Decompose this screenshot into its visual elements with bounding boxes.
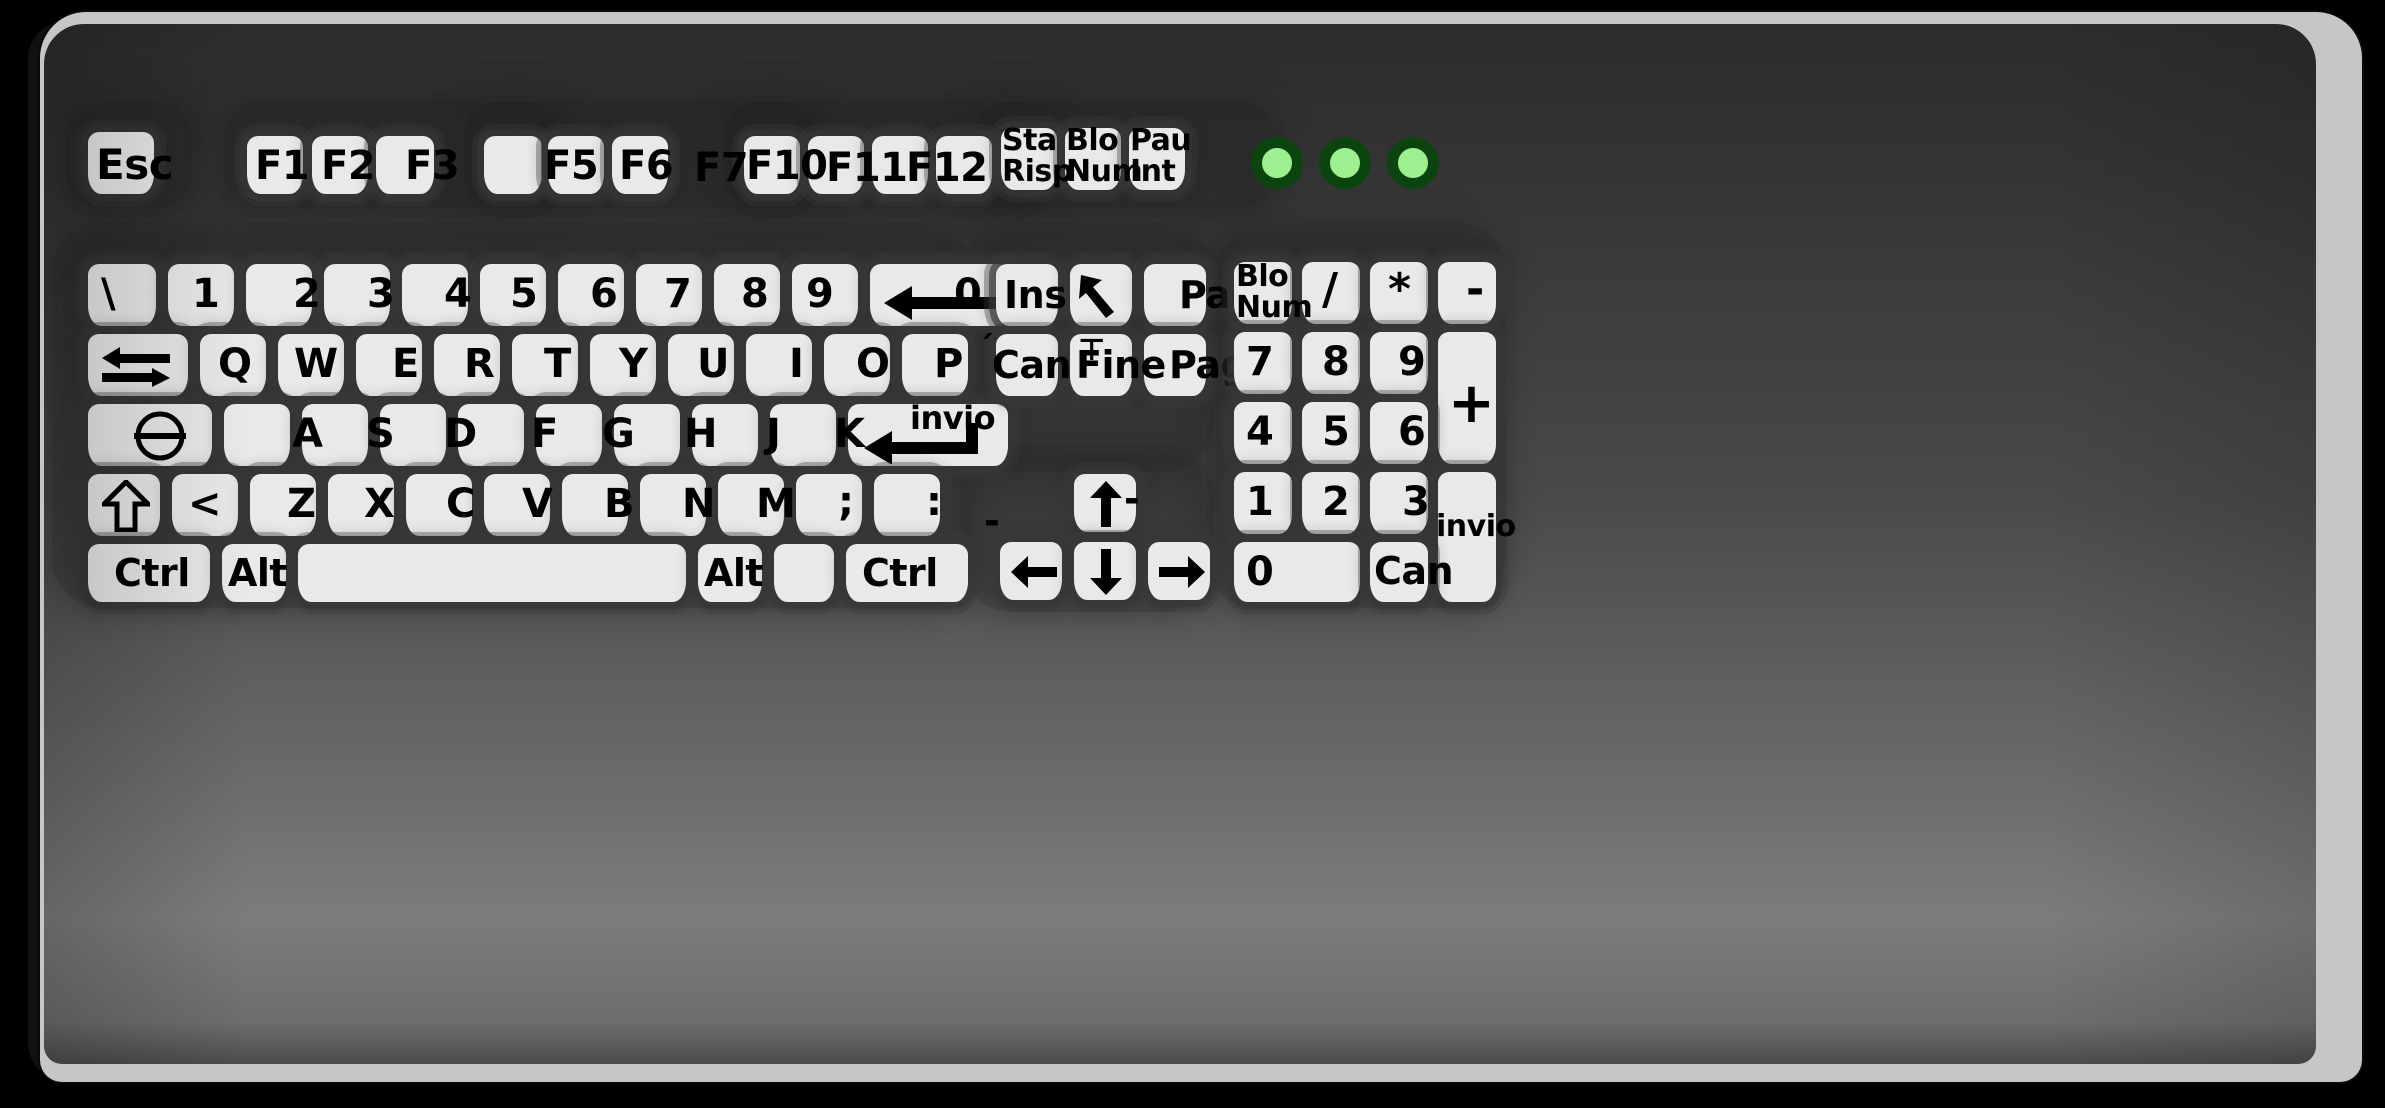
label-y: Y bbox=[619, 341, 648, 387]
label-f3: F3 bbox=[405, 143, 460, 189]
arrow-down-icon bbox=[1088, 548, 1124, 596]
label-r: R bbox=[464, 341, 495, 387]
keyboard-case: Esc F1 F2 F3 F5 F6 F7 F10 F11 F12 Sta Ri… bbox=[44, 24, 2316, 1064]
label-num-0: 0 bbox=[1246, 549, 1274, 595]
arrow-left-icon bbox=[1010, 554, 1058, 590]
key-menu[interactable] bbox=[774, 544, 834, 602]
label-num-8: 8 bbox=[1322, 339, 1350, 385]
label-f1: F1 bbox=[255, 143, 310, 189]
label-6: 6 bbox=[590, 271, 618, 317]
key-f4[interactable] bbox=[484, 136, 542, 194]
label-right-alt: Alt bbox=[704, 551, 764, 595]
capslock-circle-icon bbox=[132, 410, 188, 462]
label-num-multiply: * bbox=[1388, 264, 1411, 315]
label-num-7: 7 bbox=[1246, 339, 1274, 385]
key-a[interactable] bbox=[224, 404, 290, 466]
label-p: P bbox=[934, 341, 963, 387]
label-i: I bbox=[789, 341, 804, 387]
label-num-9: 9 bbox=[1398, 339, 1426, 385]
label-t: T bbox=[544, 341, 571, 387]
label-f7: F7 bbox=[694, 145, 749, 191]
label-f2: F2 bbox=[321, 143, 376, 189]
label-d: D bbox=[444, 411, 477, 457]
label-h: H bbox=[684, 411, 717, 457]
led-num-indicator bbox=[1319, 137, 1371, 189]
label-9: 9 bbox=[806, 271, 834, 317]
label-s: S bbox=[366, 411, 395, 457]
label-5: 5 bbox=[510, 271, 538, 317]
label-u: U bbox=[697, 341, 729, 387]
label-num-lock: Blo Num bbox=[1236, 259, 1313, 325]
label-num-plus: + bbox=[1448, 371, 1495, 436]
label-ins: Ins bbox=[1004, 273, 1067, 317]
label-right-ctrl: Ctrl bbox=[862, 551, 938, 595]
label-f5: F5 bbox=[544, 143, 599, 189]
label-j: J bbox=[766, 411, 781, 457]
label-n: N bbox=[682, 481, 715, 527]
led-caps-indicator bbox=[1251, 137, 1303, 189]
label-num-enter: invio bbox=[1436, 509, 1516, 544]
label-num-4: 4 bbox=[1246, 409, 1274, 455]
label-left-ctrl: Ctrl bbox=[114, 551, 190, 595]
label-c: C bbox=[446, 481, 475, 527]
label-canc: Can bbox=[992, 343, 1072, 387]
label-num-3: 3 bbox=[1402, 479, 1430, 525]
label-7: 7 bbox=[664, 271, 692, 317]
label-f12: F12 bbox=[906, 145, 988, 191]
label-o: O bbox=[856, 341, 890, 387]
stray-dash-left: - bbox=[984, 499, 1000, 543]
label-num-6: 6 bbox=[1398, 409, 1426, 455]
label-f11: F11 bbox=[826, 145, 908, 191]
label-v: V bbox=[522, 481, 553, 527]
label-x: X bbox=[364, 481, 395, 527]
label-z: Z bbox=[287, 481, 316, 527]
shift-up-arrow-icon bbox=[102, 480, 150, 532]
label-esc: Esc bbox=[96, 140, 174, 189]
label-4: 4 bbox=[444, 271, 472, 317]
tab-arrows-icon bbox=[100, 346, 172, 388]
label-f10: F10 bbox=[746, 143, 828, 189]
label-num-1: 1 bbox=[1246, 479, 1274, 525]
home-diagonal-arrow-icon bbox=[1078, 272, 1126, 320]
key-backslash[interactable] bbox=[88, 264, 156, 326]
label-f: F bbox=[531, 411, 558, 457]
label-g: G bbox=[602, 411, 635, 457]
arrow-left-long-icon bbox=[882, 280, 1002, 326]
led-scroll-indicator bbox=[1387, 137, 1439, 189]
arrow-right-icon bbox=[1158, 554, 1206, 590]
key-space[interactable] bbox=[298, 544, 686, 602]
label-backslash: \ bbox=[101, 271, 116, 317]
label-1: 1 bbox=[192, 271, 220, 317]
stray-dash-up: - bbox=[1124, 477, 1140, 521]
label-fine-tick: ⊤ bbox=[1078, 333, 1105, 368]
label-8: 8 bbox=[741, 271, 769, 317]
label-num-divide: / bbox=[1322, 264, 1338, 315]
label-less-than: < bbox=[188, 481, 222, 527]
keyboard-illustration: Esc F1 F2 F3 F5 F6 F7 F10 F11 F12 Sta Ri… bbox=[0, 0, 2385, 1108]
label-k: K bbox=[834, 411, 865, 457]
label-semicolon: ; bbox=[838, 479, 854, 525]
label-a: A bbox=[292, 411, 323, 457]
label-q: Q bbox=[218, 341, 252, 387]
label-stamp-rsist: Sta Risp bbox=[1002, 123, 1073, 189]
arrow-up-icon bbox=[1088, 480, 1124, 528]
label-left-alt: Alt bbox=[228, 551, 288, 595]
label-num-5: 5 bbox=[1322, 409, 1350, 455]
label-2: 2 bbox=[293, 271, 321, 317]
label-b: B bbox=[604, 481, 635, 527]
label-e: E bbox=[392, 341, 419, 387]
label-m: M bbox=[756, 481, 796, 527]
label-w: W bbox=[294, 341, 338, 387]
label-num-minus: - bbox=[1466, 264, 1484, 315]
label-num-canc: Can bbox=[1374, 549, 1454, 593]
label-f6: F6 bbox=[619, 143, 674, 189]
enter-arrow-icon bbox=[862, 422, 982, 464]
label-pausa-interr: Pau Int bbox=[1130, 123, 1192, 189]
label-num-2: 2 bbox=[1322, 479, 1350, 525]
label-colon: : bbox=[926, 479, 942, 525]
label-3: 3 bbox=[367, 271, 395, 317]
